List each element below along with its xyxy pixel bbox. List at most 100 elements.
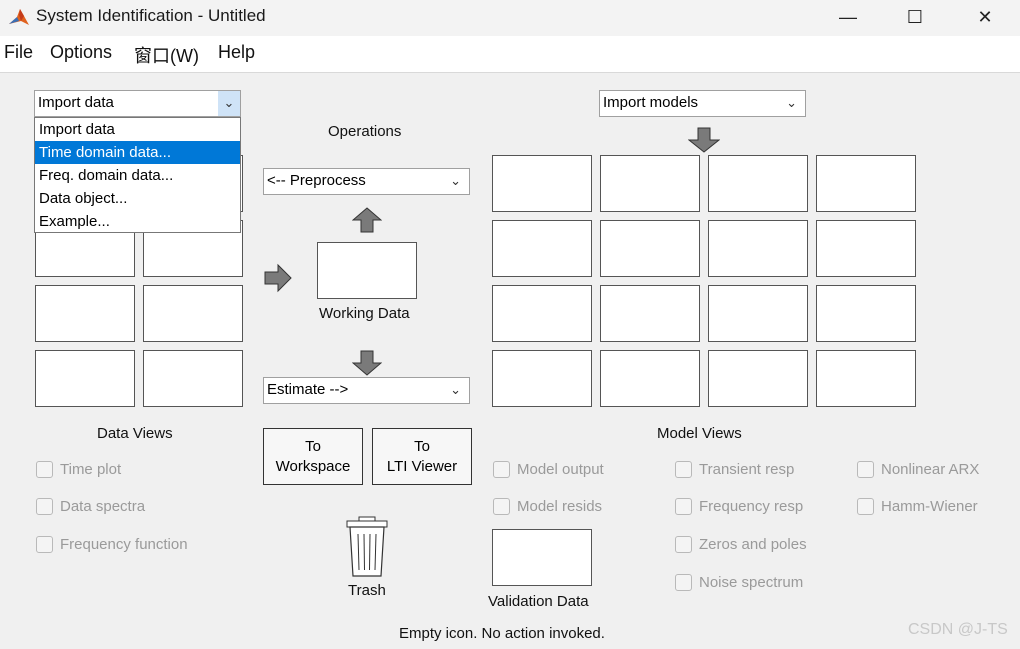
checkbox-box[interactable] — [857, 498, 874, 515]
model-slot[interactable] — [600, 220, 700, 277]
import-models-value: Import models — [603, 94, 699, 111]
frequency-function-checkbox[interactable]: Frequency function — [36, 536, 188, 553]
checkbox-label: Time plot — [60, 461, 122, 478]
model-slot[interactable] — [708, 285, 808, 342]
model-slot[interactable] — [600, 155, 700, 212]
checkbox-box[interactable] — [493, 498, 510, 515]
model-slot[interactable] — [492, 155, 592, 212]
model-slot[interactable] — [492, 285, 592, 342]
window-title: System Identification - Untitled — [36, 6, 266, 25]
matlab-app-icon — [9, 9, 29, 25]
import-models-select[interactable]: Import models ⌄ — [599, 90, 806, 117]
data-views-title: Data Views — [97, 425, 173, 442]
working-data-slot[interactable] — [317, 242, 417, 299]
zeros-and-poles-checkbox[interactable]: Zeros and poles — [675, 536, 807, 553]
estimate-select[interactable]: Estimate --> ⌄ — [263, 377, 470, 404]
working-data-label: Working Data — [319, 305, 410, 322]
time-plot-checkbox[interactable]: Time plot — [36, 461, 121, 478]
menu-help[interactable]: Help — [218, 42, 255, 63]
dropdown-option[interactable]: Freq. domain data... — [35, 164, 240, 187]
checkbox-label: Nonlinear ARX — [881, 461, 980, 478]
chevron-down-icon: ⌄ — [450, 382, 461, 397]
checkbox-box[interactable] — [675, 536, 692, 553]
model-slot[interactable] — [708, 350, 808, 407]
checkbox-label: Noise spectrum — [699, 574, 804, 591]
checkbox-box[interactable] — [675, 574, 692, 591]
model-output-checkbox[interactable]: Model output — [493, 461, 604, 478]
data-spectra-checkbox[interactable]: Data spectra — [36, 498, 145, 515]
checkbox-box[interactable] — [675, 461, 692, 478]
to-lti-viewer-button[interactable]: To LTI Viewer — [372, 428, 472, 485]
to-lti-line1: To — [414, 437, 430, 455]
checkbox-box[interactable] — [36, 461, 53, 478]
validation-data-label: Validation Data — [488, 593, 589, 610]
trash-label: Trash — [348, 582, 386, 599]
maximize-icon[interactable]: ☐ — [880, 0, 950, 34]
menu-window[interactable]: 窗口(W) — [134, 42, 199, 68]
chevron-down-icon: ⌄ — [450, 173, 461, 188]
checkbox-label: Data spectra — [60, 498, 146, 515]
close-icon[interactable]: ✕ — [950, 0, 1020, 34]
arrow-down-icon — [688, 127, 720, 153]
data-slot[interactable] — [35, 285, 135, 342]
dropdown-option[interactable]: Data object... — [35, 187, 240, 210]
preprocess-value: <-- Preprocess — [267, 172, 366, 189]
checkbox-box[interactable] — [675, 498, 692, 515]
dropdown-option[interactable]: Import data — [35, 118, 240, 141]
checkbox-label: Model output — [517, 461, 604, 478]
model-slot[interactable] — [600, 350, 700, 407]
checkbox-box[interactable] — [857, 461, 874, 478]
estimate-value: Estimate --> — [267, 381, 349, 398]
nonlinear-arx-checkbox[interactable]: Nonlinear ARX — [857, 461, 979, 478]
model-slot[interactable] — [816, 220, 916, 277]
checkbox-label: Frequency resp — [699, 498, 804, 515]
model-slot[interactable] — [600, 285, 700, 342]
model-slot[interactable] — [492, 220, 592, 277]
to-workspace-line1: To — [305, 437, 321, 455]
preprocess-select[interactable]: <-- Preprocess ⌄ — [263, 168, 470, 195]
import-data-select[interactable]: Import data ⌄ — [34, 90, 241, 117]
hamm-wiener-checkbox[interactable]: Hamm-Wiener — [857, 498, 978, 515]
dropdown-option-selected[interactable]: Time domain data... — [35, 141, 240, 164]
operations-title: Operations — [328, 123, 402, 140]
chevron-down-icon[interactable]: ⌄ — [218, 91, 240, 116]
data-slot[interactable] — [143, 285, 243, 342]
noise-spectrum-checkbox[interactable]: Noise spectrum — [675, 574, 803, 591]
model-slot[interactable] — [708, 220, 808, 277]
arrow-right-icon — [264, 263, 292, 293]
checkbox-box[interactable] — [493, 461, 510, 478]
checkbox-box[interactable] — [36, 498, 53, 515]
model-slot[interactable] — [816, 350, 916, 407]
model-resids-checkbox[interactable]: Model resids — [493, 498, 602, 515]
arrow-down-icon — [352, 350, 382, 376]
validation-data-slot[interactable] — [492, 529, 592, 586]
dropdown-option[interactable]: Example... — [35, 210, 240, 233]
data-slot[interactable] — [35, 350, 135, 407]
model-slot[interactable] — [708, 155, 808, 212]
trash-icon[interactable] — [345, 516, 389, 578]
checkbox-box[interactable] — [36, 536, 53, 553]
import-data-value: Import data — [38, 94, 114, 111]
menu-options[interactable]: Options — [50, 42, 112, 63]
transient-resp-checkbox[interactable]: Transient resp — [675, 461, 794, 478]
model-slot[interactable] — [816, 155, 916, 212]
to-lti-line2: LTI Viewer — [386, 457, 458, 475]
to-workspace-button[interactable]: To Workspace — [263, 428, 363, 485]
checkbox-label: Frequency function — [60, 536, 188, 553]
status-text: Empty icon. No action invoked. — [399, 625, 605, 642]
minimize-icon[interactable]: — — [813, 0, 883, 34]
frequency-resp-checkbox[interactable]: Frequency resp — [675, 498, 803, 515]
checkbox-label: Zeros and poles — [699, 536, 807, 553]
chevron-down-icon: ⌄ — [786, 95, 797, 110]
data-slot[interactable] — [143, 350, 243, 407]
watermark-text: CSDN @J-TS — [908, 621, 1008, 638]
menu-file[interactable]: File — [4, 42, 33, 63]
checkbox-label: Transient resp — [699, 461, 795, 478]
checkbox-label: Model resids — [517, 498, 603, 515]
model-slot[interactable] — [492, 350, 592, 407]
import-data-dropdown-list: Import data Time domain data... Freq. do… — [34, 117, 241, 233]
checkbox-label: Hamm-Wiener — [881, 498, 978, 515]
model-slot[interactable] — [816, 285, 916, 342]
to-workspace-line2: Workspace — [275, 457, 351, 475]
arrow-up-icon — [352, 207, 382, 233]
